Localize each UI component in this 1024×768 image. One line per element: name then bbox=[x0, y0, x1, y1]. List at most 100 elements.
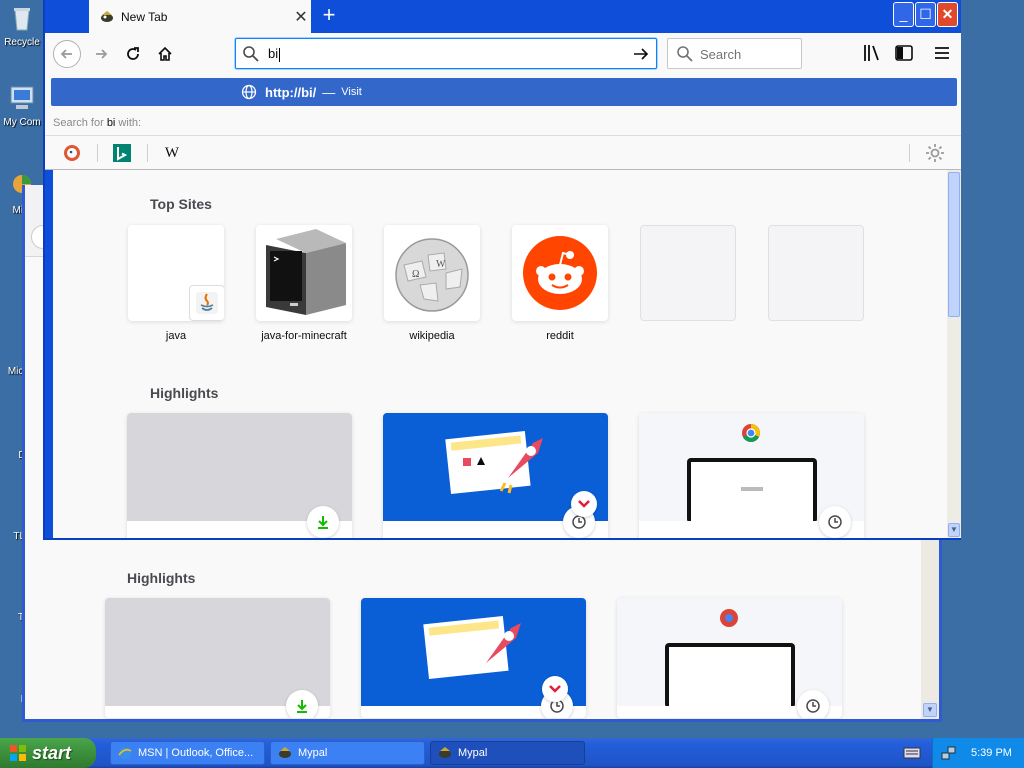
clock-icon bbox=[819, 506, 851, 538]
sidebar-icon[interactable] bbox=[893, 42, 915, 64]
globe-icon bbox=[241, 84, 257, 100]
back-arrow-icon bbox=[60, 49, 72, 59]
top-site-java-for-minecraft[interactable]: java-for-minecraft bbox=[256, 225, 352, 342]
keyboard-icon[interactable] bbox=[903, 745, 921, 761]
reload-button[interactable] bbox=[119, 40, 147, 68]
search-engine-wikipedia[interactable]: W bbox=[161, 142, 183, 164]
scrollbar-thumb[interactable] bbox=[948, 172, 960, 317]
search-with-label: Search for bi with: bbox=[53, 117, 141, 129]
windows-logo-icon bbox=[10, 745, 26, 761]
top-site-tile-placeholder bbox=[640, 225, 736, 321]
browser-window[interactable]: New Tab ✕ + _ ☐ ✕ bi Search http://bi/ —… bbox=[43, 0, 961, 540]
tab-new-tab[interactable]: New Tab ✕ bbox=[89, 0, 311, 33]
ie-icon bbox=[118, 747, 132, 759]
taskbar-item-msn[interactable]: MSN | Outlook, Office... bbox=[110, 741, 265, 765]
highlight-thumbnail bbox=[127, 413, 352, 521]
forward-button[interactable] bbox=[87, 40, 115, 68]
desktop-icon-label: Recycle bbox=[4, 37, 40, 48]
clock: 5:39 PM bbox=[971, 747, 1012, 759]
highlight-card-2[interactable] bbox=[383, 413, 608, 538]
home-icon bbox=[158, 46, 172, 61]
reload-icon bbox=[127, 47, 139, 60]
back-button[interactable] bbox=[53, 40, 81, 68]
duckduckgo-icon bbox=[64, 145, 80, 161]
top-site-label: wikipedia bbox=[409, 330, 455, 342]
system-tray: 5:39 PM bbox=[932, 738, 1024, 768]
computer-icon bbox=[10, 86, 34, 109]
library-icon[interactable] bbox=[861, 42, 883, 64]
suggestion-separator: — bbox=[322, 84, 336, 100]
top-site-tile bbox=[256, 225, 352, 321]
terminal-icon bbox=[266, 229, 346, 315]
download-icon bbox=[286, 690, 318, 718]
search-placeholder: Search bbox=[700, 47, 742, 62]
maximize-button[interactable]: ☐ bbox=[915, 2, 936, 27]
maximize-icon: ☐ bbox=[919, 6, 932, 22]
desktop-icon-recycle-bin[interactable]: Recycle bbox=[0, 4, 44, 48]
top-site-label: reddit bbox=[546, 330, 574, 342]
search-icon bbox=[677, 46, 693, 62]
wikipedia-icon: W bbox=[164, 144, 180, 161]
go-arrow-icon[interactable] bbox=[632, 45, 650, 63]
engine-separator bbox=[147, 144, 148, 162]
top-site-tile: ΩW bbox=[384, 225, 480, 321]
highlight-thumbnail bbox=[639, 413, 864, 521]
top-site-empty-1[interactable] bbox=[640, 225, 736, 330]
top-site-reddit[interactable]: reddit bbox=[512, 225, 608, 342]
close-window-button[interactable]: ✕ bbox=[937, 2, 958, 27]
gear-icon[interactable] bbox=[925, 143, 945, 163]
url-input-value[interactable]: bi bbox=[268, 46, 281, 62]
background-highlight-card-3[interactable] bbox=[617, 598, 842, 718]
new-tab-button[interactable]: + bbox=[317, 4, 341, 28]
scroll-down-arrow[interactable]: ▼ bbox=[948, 523, 960, 537]
background-highlights-title: Highlights bbox=[127, 570, 196, 586]
search-engine-duckduckgo[interactable] bbox=[61, 142, 83, 164]
taskbar: start MSN | Outlook, Office... Mypal Myp… bbox=[0, 738, 1024, 768]
top-sites-title: Top Sites bbox=[150, 196, 212, 212]
url-bar[interactable]: bi bbox=[235, 38, 657, 69]
svg-text:W: W bbox=[436, 259, 446, 270]
taskbar-item-mypal-1[interactable]: Mypal bbox=[270, 741, 425, 765]
network-icon[interactable] bbox=[941, 745, 957, 761]
highlight-card-1[interactable] bbox=[127, 413, 352, 538]
text-caret bbox=[279, 47, 281, 62]
top-site-empty-2[interactable] bbox=[768, 225, 864, 330]
home-button[interactable] bbox=[151, 40, 179, 68]
download-icon bbox=[307, 506, 339, 538]
mypal-icon bbox=[439, 747, 451, 758]
url-text: bi bbox=[268, 46, 279, 61]
tab-strip: New Tab ✕ + _ ☐ ✕ bbox=[45, 0, 961, 33]
navigation-toolbar: bi Search bbox=[45, 33, 961, 74]
scroll-down-arrow[interactable]: ▼ bbox=[923, 703, 937, 717]
page-scrollbar[interactable]: ▼ bbox=[947, 170, 961, 538]
new-tab-page: Top Sites java java-for-minecraft ΩW wik… bbox=[53, 170, 947, 538]
highlight-card-3[interactable] bbox=[639, 413, 864, 538]
top-site-label: java-for-minecraft bbox=[261, 330, 347, 342]
taskbar-item-label: Mypal bbox=[298, 747, 328, 759]
desktop-icon-my-computer[interactable]: My Com bbox=[0, 84, 44, 128]
suggestion-action: Visit bbox=[341, 86, 362, 98]
start-button[interactable]: start bbox=[0, 738, 96, 768]
bing-icon bbox=[113, 144, 131, 162]
taskbar-item-mypal-2[interactable]: Mypal bbox=[430, 741, 585, 765]
mypal-icon bbox=[101, 10, 113, 22]
background-highlight-card-2[interactable] bbox=[361, 598, 586, 718]
top-site-tile bbox=[512, 225, 608, 321]
taskbar-item-label: Mypal bbox=[458, 747, 488, 759]
autocomplete-suggestion-visit[interactable]: http://bi/ — Visit bbox=[51, 78, 957, 106]
menu-icon[interactable] bbox=[931, 42, 953, 64]
taskbar-item-label: MSN | Outlook, Office... bbox=[138, 747, 254, 759]
tab-close-icon[interactable]: ✕ bbox=[291, 7, 311, 27]
background-highlight-card-1[interactable] bbox=[105, 598, 330, 718]
top-site-wikipedia[interactable]: ΩW wikipedia bbox=[384, 225, 480, 342]
top-site-tile-placeholder bbox=[768, 225, 864, 321]
reddit-icon bbox=[523, 236, 597, 310]
minimize-button[interactable]: _ bbox=[893, 2, 914, 27]
search-with-prefix: Search for bbox=[53, 117, 107, 129]
suggestion-url: http://bi/ bbox=[265, 84, 317, 100]
url-autocomplete-popup: http://bi/ — Visit Search for bi with: W bbox=[45, 74, 961, 170]
minimize-icon: _ bbox=[899, 6, 908, 22]
search-bar[interactable]: Search bbox=[667, 38, 802, 69]
search-engine-bing[interactable] bbox=[111, 142, 133, 164]
top-site-java[interactable]: java bbox=[128, 225, 224, 342]
